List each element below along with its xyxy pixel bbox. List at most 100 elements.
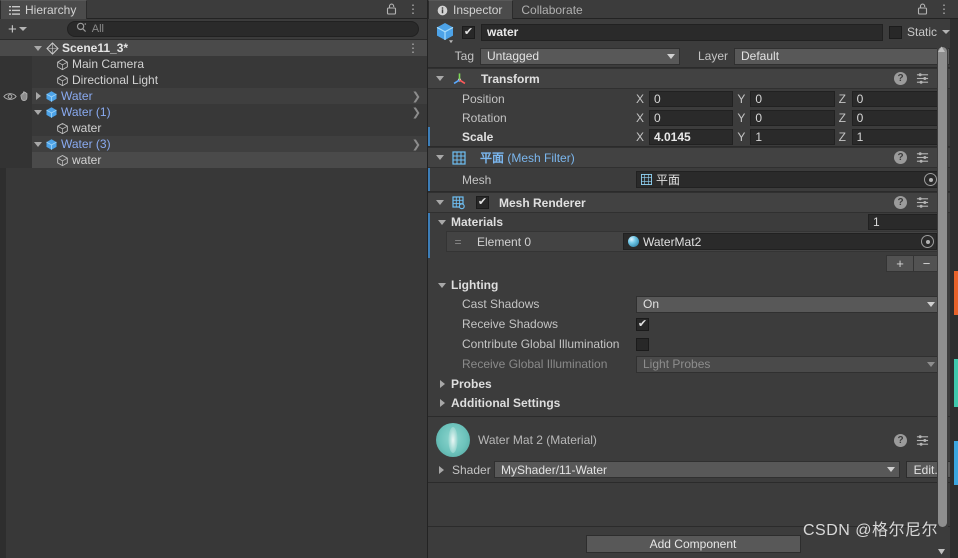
probes-foldout-row[interactable]: Probes bbox=[428, 374, 958, 393]
position-y-input[interactable]: 0 bbox=[750, 90, 835, 107]
add-component-button[interactable]: Add Component bbox=[585, 535, 801, 553]
object-picker-icon[interactable] bbox=[924, 173, 937, 186]
hierarchy-row-water-child-1[interactable]: water bbox=[0, 120, 427, 136]
static-toggle-group[interactable]: Static bbox=[888, 25, 950, 39]
hierarchy-row-water[interactable]: Water ❯ bbox=[0, 88, 427, 104]
rotation-y-input[interactable]: 0 bbox=[750, 109, 835, 126]
preset-icon[interactable] bbox=[916, 72, 929, 85]
water1-twisty[interactable] bbox=[32, 109, 44, 115]
help-icon[interactable]: ? bbox=[894, 151, 907, 164]
hierarchy-tree[interactable]: Scene11_3* ⋮ Main Camera Directional Lig… bbox=[0, 40, 427, 558]
position-x[interactable]: X 0 bbox=[636, 90, 737, 107]
chevron-down-icon[interactable] bbox=[942, 30, 950, 34]
gameobject-name-input[interactable]: water bbox=[481, 23, 883, 41]
layer-dropdown[interactable]: Default bbox=[734, 47, 950, 65]
hierarchy-row-scene[interactable]: Scene11_3* ⋮ bbox=[0, 40, 427, 56]
materials-foldout[interactable] bbox=[436, 219, 448, 225]
kebab-menu-icon[interactable]: ⋮ bbox=[407, 2, 419, 16]
scale-y-input[interactable]: 1 bbox=[750, 128, 835, 145]
help-icon[interactable]: ? bbox=[894, 433, 907, 447]
position-x-input[interactable]: 0 bbox=[649, 90, 734, 107]
scrollbar-thumb[interactable] bbox=[938, 47, 947, 527]
scale-z[interactable]: Z 1 bbox=[839, 128, 940, 145]
row-label: Directional Light bbox=[72, 73, 159, 87]
tag-label: Tag bbox=[454, 49, 474, 63]
rotation-z-input[interactable]: 0 bbox=[851, 109, 940, 126]
inspector-scrollbar[interactable] bbox=[937, 41, 948, 536]
position-z[interactable]: Z 0 bbox=[838, 90, 940, 107]
scale-z-input[interactable]: 1 bbox=[851, 128, 940, 145]
preset-icon[interactable] bbox=[916, 151, 929, 164]
hierarchy-search-input[interactable]: All bbox=[66, 21, 419, 37]
help-icon[interactable]: ? bbox=[894, 196, 907, 209]
preset-icon[interactable] bbox=[916, 196, 929, 209]
mesh-renderer-foldout[interactable] bbox=[434, 200, 446, 205]
hierarchy-row-water-3[interactable]: Water (3) ❯ bbox=[0, 136, 427, 152]
shader-row: Shader MyShader/11-Water Edit... bbox=[428, 457, 958, 478]
cast-shadows-dropdown[interactable]: On bbox=[636, 295, 940, 313]
prefab-open-chevron-icon[interactable]: ❯ bbox=[412, 138, 425, 151]
additional-settings-foldout-row[interactable]: Additional Settings bbox=[428, 393, 958, 412]
position-y[interactable]: Y 0 bbox=[737, 90, 838, 107]
tab-hierarchy[interactable]: Hierarchy bbox=[0, 0, 88, 19]
scale-x-input[interactable]: 4.0145 bbox=[649, 128, 734, 145]
static-checkbox[interactable] bbox=[888, 25, 902, 39]
lighting-foldout-row[interactable]: Lighting bbox=[428, 276, 958, 294]
rotation-x[interactable]: X 0 bbox=[636, 109, 737, 126]
rotation-x-input[interactable]: 0 bbox=[649, 109, 734, 126]
hierarchy-row-main-camera[interactable]: Main Camera bbox=[0, 56, 427, 72]
water3-twisty[interactable] bbox=[32, 141, 44, 147]
material-foldout[interactable] bbox=[436, 465, 446, 474]
rotation-z[interactable]: Z 0 bbox=[839, 109, 940, 126]
scale-y[interactable]: Y 1 bbox=[737, 128, 838, 145]
receive-shadows-checkbox[interactable] bbox=[636, 317, 649, 331]
additional-settings-foldout[interactable] bbox=[436, 398, 448, 407]
mesh-object-field[interactable]: 平面 bbox=[636, 171, 940, 188]
mesh-filter-component-header[interactable]: 平面 (Mesh Filter) ? ⋮ bbox=[428, 147, 958, 168]
material-object-field[interactable]: WaterMat2 bbox=[623, 233, 937, 250]
transform-foldout[interactable] bbox=[434, 76, 446, 81]
drag-handle-icon[interactable]: = bbox=[451, 235, 465, 249]
pickability-hand-icon[interactable] bbox=[19, 90, 31, 102]
kebab-menu-icon[interactable]: ⋮ bbox=[938, 2, 950, 16]
shader-dropdown[interactable]: MyShader/11-Water bbox=[494, 461, 900, 478]
help-icon[interactable]: ? bbox=[894, 72, 907, 85]
probes-foldout[interactable] bbox=[436, 379, 448, 388]
scale-x[interactable]: X 4.0145 bbox=[636, 128, 737, 145]
tab-collaborate[interactable]: Collaborate bbox=[513, 0, 592, 19]
preset-icon[interactable] bbox=[916, 434, 929, 447]
scene-kebab-icon[interactable]: ⋮ bbox=[407, 41, 425, 55]
prefab-gameobject-icon[interactable] bbox=[434, 21, 456, 44]
contribute-gi-checkbox[interactable] bbox=[636, 337, 649, 351]
lock-icon[interactable] bbox=[386, 3, 397, 15]
transform-component-header[interactable]: Transform ? ⋮ bbox=[428, 68, 958, 89]
lock-icon[interactable] bbox=[917, 3, 928, 15]
scroll-down-arrow-icon[interactable] bbox=[937, 545, 946, 555]
remove-material-button[interactable]: − bbox=[913, 255, 940, 272]
hierarchy-row-water-child-2[interactable]: water bbox=[0, 152, 427, 168]
material-element-row[interactable]: = Element 0 WaterMat2 bbox=[446, 231, 940, 252]
scene-twisty[interactable] bbox=[32, 45, 44, 51]
add-material-button[interactable]: + bbox=[886, 255, 913, 272]
hierarchy-row-directional-light[interactable]: Directional Light bbox=[0, 72, 427, 88]
scroll-up-arrow-icon[interactable] bbox=[937, 43, 946, 52]
axis-z-label: Z bbox=[838, 91, 846, 106]
prefab-open-chevron-icon[interactable]: ❯ bbox=[412, 106, 425, 119]
object-picker-icon[interactable] bbox=[921, 235, 934, 248]
visibility-eye-icon[interactable] bbox=[3, 91, 17, 102]
tag-dropdown[interactable]: Untagged bbox=[480, 47, 680, 65]
create-object-button[interactable]: + bbox=[4, 22, 31, 37]
water-twisty[interactable] bbox=[32, 92, 44, 100]
mesh-filter-foldout[interactable] bbox=[434, 155, 446, 160]
mesh-renderer-enabled-checkbox[interactable] bbox=[476, 196, 489, 209]
materials-foldout-row[interactable]: Materials 1 bbox=[428, 213, 958, 231]
tab-inspector[interactable]: Inspector bbox=[428, 0, 514, 19]
mesh-renderer-component-header[interactable]: Mesh Renderer ? ⋮ bbox=[428, 192, 958, 213]
gameobject-enabled-checkbox[interactable] bbox=[462, 25, 475, 39]
rotation-y[interactable]: Y 0 bbox=[737, 109, 838, 126]
lighting-foldout[interactable] bbox=[436, 282, 448, 288]
position-z-input[interactable]: 0 bbox=[851, 90, 940, 107]
materials-count-input[interactable]: 1 bbox=[868, 214, 940, 230]
hierarchy-row-water-1[interactable]: Water (1) ❯ bbox=[0, 104, 427, 120]
prefab-open-chevron-icon[interactable]: ❯ bbox=[412, 90, 425, 103]
